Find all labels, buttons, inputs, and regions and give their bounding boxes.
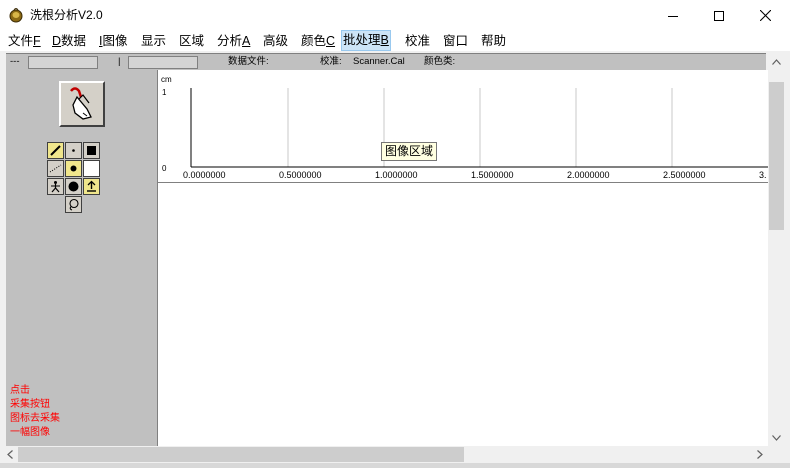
square-black-icon [87,146,96,155]
calibration-label: 校准: [320,56,342,67]
menu-region[interactable]: 区域 [178,31,205,51]
hint-line-4: 一幅图像 [10,427,50,438]
x-tick-label: 0.5000000 [279,170,322,180]
hand-pointer-icon [70,87,92,120]
scroll-corner [768,446,785,463]
close-icon [759,10,771,21]
large-dot-tool[interactable] [65,160,82,177]
data-file-label: 数据文件: [228,56,269,67]
y-unit-label: cm [161,75,172,84]
square-white-icon [86,163,97,174]
x-tick-label: 2.0000000 [567,170,610,180]
scroll-up-icon[interactable] [768,53,785,70]
pencil-icon [50,145,61,156]
lasso-tool[interactable] [65,196,82,213]
black-square-tool[interactable] [83,142,100,159]
title-bar: 洗根分析V2.0 [0,0,790,31]
x-tick-label: 3. [759,170,767,180]
dotted-line-tool[interactable] [47,160,64,177]
taskbar-edge [0,463,790,468]
dot-small-icon [72,149,75,152]
vertical-scroll-thumb[interactable] [769,82,784,230]
menu-batch[interactable]: 批处理B [341,30,391,51]
plot-area[interactable]: cm 1 0 0.0000000 0.5000000 1.0000000 1.5… [158,70,768,183]
strip-field-1 [28,56,98,69]
maximize-button[interactable] [696,0,742,31]
strip-separator: | [118,56,121,67]
menu-calibrate[interactable]: 校准 [404,31,431,51]
x-tick-label: 1.0000000 [375,170,418,180]
scroll-left-icon[interactable] [1,446,18,463]
line-dotted-icon [49,164,62,173]
dot-large-icon [70,165,77,172]
menu-color[interactable]: 颜色C [300,31,336,51]
window-title: 洗根分析V2.0 [30,8,103,22]
color-class-label: 颜色类: [424,56,456,67]
circle-filled-icon [68,181,79,192]
menu-data[interactable]: D数据 [51,31,87,51]
figure-icon [51,181,60,193]
menu-help[interactable]: 帮助 [480,31,507,51]
x-tick-label: 1.5000000 [471,170,514,180]
left-tool-panel: 点击 采集按钮 图标去采集 一幅图像 [6,70,158,446]
y-min-label: 0 [162,164,167,173]
strip-dash: --- [10,56,20,67]
lasso-icon [69,198,79,211]
scroll-down-icon[interactable] [768,429,785,446]
figure-tool[interactable] [47,178,64,195]
x-tick-label: 0.0000000 [183,170,226,180]
maximize-icon [714,10,724,21]
upload-tool[interactable] [83,178,100,195]
hint-line-1: 点击 [10,385,30,396]
plot-svg: cm 1 0 0.0000000 0.5000000 1.0000000 1.5… [161,75,768,180]
minimize-icon [668,15,678,17]
upload-icon [87,180,96,192]
white-square-tool[interactable] [83,160,100,177]
minimize-button[interactable] [650,0,696,31]
filled-circle-tool[interactable] [65,178,82,195]
menu-window[interactable]: 窗口 [442,31,469,51]
close-button[interactable] [742,0,788,31]
menu-bar: 文件F D数据 I图像 显示 区域 分析A 高级 颜色C 批处理B 校准 窗口 … [0,30,790,51]
hint-line-2: 采集按钮 [10,399,50,410]
image-canvas[interactable] [158,183,768,446]
menu-analysis[interactable]: 分析A [216,31,251,51]
scroll-right-icon[interactable] [751,446,768,463]
strip-field-2 [128,56,198,69]
capture-button[interactable] [59,81,105,127]
pencil-tool[interactable] [47,142,64,159]
menu-advanced[interactable]: 高级 [262,31,289,51]
hint-line-3: 图标去采集 [10,413,60,424]
horizontal-scroll-thumb[interactable] [18,447,464,462]
small-dot-tool[interactable] [65,142,82,159]
y-max-label: 1 [162,88,167,97]
menu-display[interactable]: 显示 [140,31,167,51]
menu-file[interactable]: 文件F [7,31,42,51]
app-icon[interactable] [8,7,24,23]
menu-image[interactable]: I图像 [98,31,129,51]
image-region-tooltip: 图像区域 [381,142,438,161]
calibration-value: Scanner.Cal [353,56,405,67]
x-tick-label: 2.5000000 [663,170,706,180]
